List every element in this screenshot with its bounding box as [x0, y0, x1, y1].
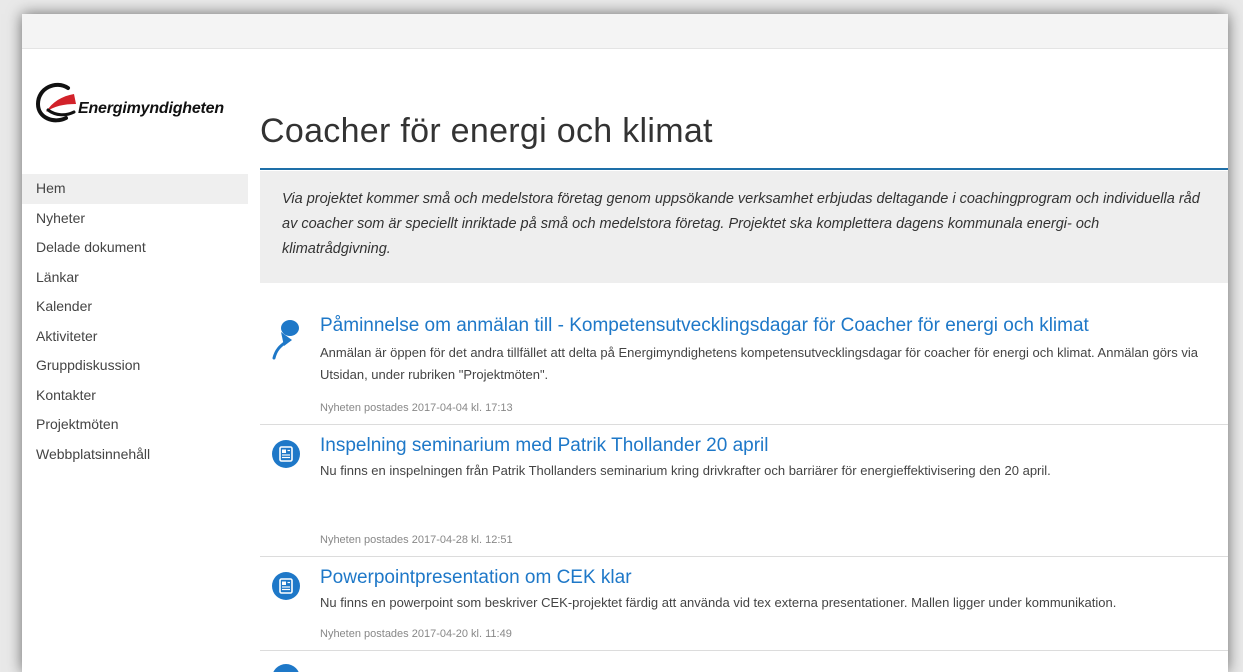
nav-item-gruppdiskussion[interactable]: Gruppdiskussion — [22, 351, 248, 381]
news-title-link[interactable]: Påminnelse om anmälan till - Kompetensut… — [320, 315, 1089, 337]
site-logo[interactable]: Energimyndigheten — [34, 78, 264, 128]
browser-window: Energimyndigheten Hem Nyheter Delade dok… — [22, 14, 1228, 672]
news-meta: Nyheten postades 2017-04-04 kl. 17:13 — [320, 402, 513, 414]
news-title-link[interactable]: Inspelning seminarium med Patrik Thollan… — [320, 435, 769, 457]
pushpin-icon — [272, 320, 299, 360]
news-item: Powerpointpresentation om CEK klar Nu fi… — [260, 556, 1228, 651]
nav-item-projektmoten[interactable]: Projektmöten — [22, 410, 248, 440]
energimyndigheten-logo-icon — [35, 82, 76, 123]
news-item-partial — [260, 650, 1228, 672]
logo-text: Energimyndigheten — [78, 100, 224, 117]
news-article-icon — [272, 664, 300, 672]
nav-item-lankar[interactable]: Länkar — [22, 263, 248, 293]
news-body: Nu finns en inspelningen från Patrik Tho… — [320, 463, 1051, 478]
news-article-icon — [272, 572, 300, 600]
left-navigation: Hem Nyheter Delade dokument Länkar Kalen… — [22, 174, 248, 469]
news-meta: Nyheten postades 2017-04-20 kl. 11:49 — [320, 628, 512, 640]
nav-item-kontakter[interactable]: Kontakter — [22, 381, 248, 411]
nav-item-aktiviteter[interactable]: Aktiviteter — [22, 322, 248, 352]
news-body: Anmälan är öppen för det andra tillfälle… — [320, 345, 1198, 382]
news-meta: Nyheten postades 2017-04-28 kl. 12:51 — [320, 534, 513, 546]
nav-item-hem[interactable]: Hem — [22, 174, 248, 204]
nav-item-kalender[interactable]: Kalender — [22, 292, 248, 322]
news-body: Nu finns en powerpoint som beskriver CEK… — [320, 595, 1117, 610]
title-divider — [260, 168, 1228, 170]
nav-item-nyheter[interactable]: Nyheter — [22, 204, 248, 234]
nav-item-webbplatsinnehall[interactable]: Webbplatsinnehåll — [22, 440, 248, 470]
news-item: Påminnelse om anmälan till - Kompetensut… — [260, 300, 1228, 425]
intro-text-box: Via projektet kommer små och medelstora … — [260, 171, 1228, 283]
top-bar — [22, 14, 1228, 49]
news-item: Inspelning seminarium med Patrik Thollan… — [260, 424, 1228, 557]
news-title-link[interactable]: Powerpointpresentation om CEK klar — [320, 567, 632, 589]
nav-item-delade-dokument[interactable]: Delade dokument — [22, 233, 248, 263]
news-article-icon — [272, 440, 300, 468]
intro-text: Via projektet kommer små och medelstora … — [282, 191, 1200, 257]
page-title: Coacher för energi och klimat — [260, 112, 713, 150]
